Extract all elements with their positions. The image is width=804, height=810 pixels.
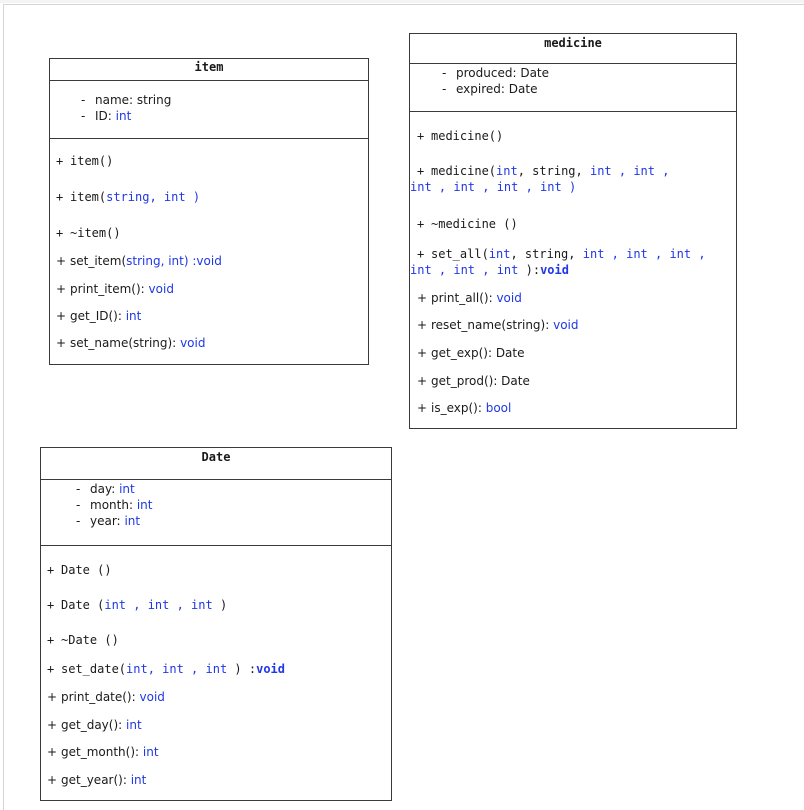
- medicine-method-print-all: + print_all(): void: [417, 291, 522, 305]
- item-method-get-id: + get_ID(): int: [56, 309, 142, 323]
- class-date: Date - day: int - month: int - year: int + D…: [40, 447, 392, 801]
- date-method-ctor2: + Date (int , int , int ): [47, 598, 228, 612]
- medicine-attr-produced: - produced: Date: [442, 66, 550, 80]
- date-method-set-date: + set_date(int, int , int ) :void: [47, 662, 286, 676]
- item-method-dtor: + ~item(): [56, 226, 121, 240]
- item-method-set-name: + set_name(string): void: [56, 336, 206, 350]
- class-date-attributes: - day: int - month: int - year: int: [41, 480, 391, 546]
- medicine-method-reset-name: + reset_name(string): void: [417, 318, 579, 332]
- date-method-dtor: + ~Date (): [47, 633, 119, 647]
- top-strip: [0, 0, 804, 3]
- class-medicine-methods: + medicine() + medicine(int, string, int ,…: [410, 112, 736, 428]
- date-method-get-year: + get_year(): int: [47, 773, 147, 787]
- date-attr-month: - month: int: [76, 498, 153, 512]
- class-medicine-title: medicine: [410, 34, 736, 64]
- medicine-attr-expired: - expired: Date: [442, 82, 538, 96]
- item-method-ctor2: + item(string, int ): [56, 190, 201, 204]
- item-method-print-item: + print_item(): void: [56, 282, 174, 296]
- class-date-methods: + Date () + Date (int , int , int ) + ~Date…: [41, 546, 391, 800]
- date-method-get-month: + get_month(): int: [47, 745, 159, 759]
- date-attr-year: - year: int: [76, 514, 141, 528]
- class-date-title: Date: [41, 448, 391, 480]
- medicine-method-ctor2: + medicine(int, string, int , int , int ,…: [410, 164, 670, 194]
- medicine-method-get-exp: + get_exp(): Date: [417, 346, 525, 360]
- class-medicine-attributes: - produced: Date - expired: Date: [410, 64, 736, 112]
- medicine-method-is-exp: + is_exp(): bool: [417, 401, 512, 415]
- date-method-get-day: + get_day(): int: [47, 718, 142, 732]
- item-method-ctor: + item(): [56, 154, 114, 168]
- medicine-method-get-prod: + get_prod(): Date: [417, 374, 530, 388]
- class-item-attributes: - name: string - ID: int: [50, 81, 368, 139]
- date-method-print-date: + print_date(): void: [47, 690, 165, 704]
- medicine-method-ctor: + medicine(): [417, 129, 504, 143]
- item-attr-id: - ID: int: [81, 109, 132, 123]
- date-method-ctor: + Date (): [47, 563, 112, 577]
- item-method-set-item: + set_item(string, int) :void: [56, 254, 222, 268]
- class-item-title: item: [50, 59, 368, 81]
- item-attr-name: - name: string: [81, 93, 172, 107]
- class-medicine: medicine - produced: Date - expired: Date …: [409, 33, 737, 429]
- class-item-methods: + item() + item(string, int ) + ~item() + se…: [50, 139, 368, 364]
- medicine-method-dtor: + ~medicine (): [417, 217, 518, 231]
- medicine-method-set-all: + set_all(int, string, int , int , int , …: [410, 247, 706, 277]
- date-attr-day: - day: int: [76, 482, 135, 496]
- class-item: item - name: string - ID: int + item() + ite…: [49, 58, 369, 365]
